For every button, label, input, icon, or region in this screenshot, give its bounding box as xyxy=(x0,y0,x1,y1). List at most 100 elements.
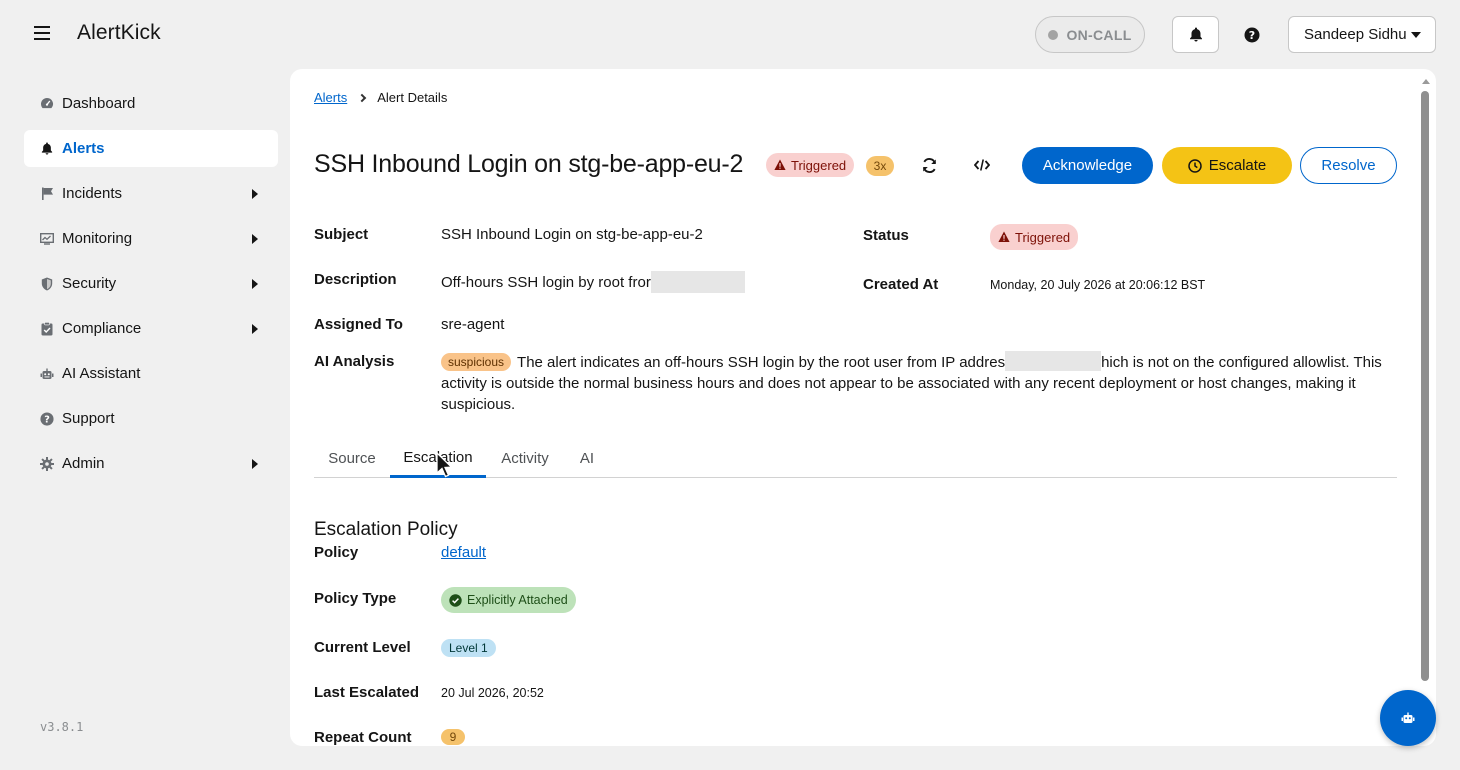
repeat-count-label: Repeat Count xyxy=(314,729,412,746)
current-level-label: Current Level xyxy=(314,639,411,656)
robot-icon xyxy=(1401,712,1415,723)
status-label: Status xyxy=(863,227,909,244)
assigned-to-label: Assigned To xyxy=(314,316,403,333)
chevron-right-icon xyxy=(252,279,258,289)
tab-source[interactable]: Source xyxy=(314,439,390,478)
user-name: Sandeep Sidhu xyxy=(1304,26,1407,43)
status-badge-label: Triggered xyxy=(791,157,847,173)
tab-escalation[interactable]: Escalation xyxy=(390,439,486,478)
on-call-label: ON-CALL xyxy=(1066,26,1132,43)
sidebar-item-label: Dashboard xyxy=(62,95,136,112)
sidebar-item-label: Compliance xyxy=(62,320,142,337)
robot-icon xyxy=(40,367,54,381)
redacted-ip-block xyxy=(1005,351,1102,371)
sidebar-item-compliance[interactable]: Compliance xyxy=(24,310,278,347)
user-menu-dropdown[interactable]: Sandeep Sidhu xyxy=(1288,16,1436,53)
detail-tabs: Source Escalation Activity AI xyxy=(314,439,1397,478)
svg-text:?: ? xyxy=(44,414,50,425)
tab-activity[interactable]: Activity xyxy=(492,439,558,478)
sidebar-item-dashboard[interactable]: Dashboard xyxy=(24,85,278,122)
sidebar-item-alerts[interactable]: Alerts xyxy=(24,130,278,167)
policy-label: Policy xyxy=(314,544,359,561)
hamburger-menu-icon[interactable] xyxy=(34,26,50,40)
last-escalated-label: Last Escalated xyxy=(314,684,420,701)
sidebar-item-label: Security xyxy=(62,275,117,292)
top-bar: AlertKick ON-CALL ? Sandeep Sidhu xyxy=(0,0,1460,68)
escalate-button[interactable]: Escalate xyxy=(1162,147,1292,184)
sidebar-item-support[interactable]: ? Support xyxy=(24,400,278,437)
notifications-button[interactable] xyxy=(1172,16,1219,53)
policy-type-label: Policy Type xyxy=(314,590,397,607)
ai-analysis-text-part1: The alert indicates an off-hours SSH log… xyxy=(517,354,1006,371)
status-badge: Triggered xyxy=(766,153,855,177)
code-icon xyxy=(974,159,990,171)
subject-label: Subject xyxy=(314,226,369,243)
clipboard-check-icon xyxy=(40,321,54,336)
ai-analysis-text: suspicious The alert indicates an off-hou… xyxy=(441,351,1391,415)
ai-assistant-fab[interactable] xyxy=(1380,690,1436,746)
warning-triangle-icon xyxy=(998,231,1010,242)
created-at-value: Monday, 20 July 2026 at 20:06:12 BST xyxy=(990,278,1206,292)
gear-icon xyxy=(40,456,54,471)
last-escalated-value: 20 Jul 2026, 20:52 xyxy=(441,686,544,700)
question-icon: ? xyxy=(40,411,54,426)
page-title: SSH Inbound Login on stg-be-app-eu-2 xyxy=(314,150,744,178)
scrollbar-thumb[interactable] xyxy=(1421,91,1429,681)
policy-type-value: Explicitly Attached xyxy=(467,593,568,607)
status-value: Triggered xyxy=(1015,229,1071,245)
dashboard-icon xyxy=(40,97,54,111)
tab-ai[interactable]: AI xyxy=(570,439,604,478)
chevron-right-icon xyxy=(357,93,367,102)
caret-down-icon xyxy=(1411,32,1421,38)
resolve-button[interactable]: Resolve xyxy=(1300,147,1397,184)
chevron-right-icon xyxy=(252,234,258,244)
acknowledge-button[interactable]: Acknowledge xyxy=(1022,147,1153,184)
created-at-label: Created At xyxy=(863,276,939,293)
on-call-toggle[interactable]: ON-CALL xyxy=(1035,16,1145,53)
chevron-right-icon xyxy=(252,324,258,334)
scroll-up-arrow-icon[interactable] xyxy=(1422,79,1430,84)
view-source-button[interactable] xyxy=(968,151,996,179)
sidebar-item-admin[interactable]: Admin xyxy=(24,445,278,482)
sidebar-item-incidents[interactable]: Incidents xyxy=(24,175,278,212)
escalate-label: Escalate xyxy=(1208,157,1267,174)
sidebar-item-security[interactable]: Security xyxy=(24,265,278,302)
description-text: Off-hours SSH login by root fror xyxy=(441,273,651,291)
bell-icon xyxy=(1189,27,1202,42)
question-circle-icon: ? xyxy=(1244,27,1260,43)
clock-icon xyxy=(1187,158,1202,173)
subject-value: SSH Inbound Login on stg-be-app-eu-2 xyxy=(441,226,703,243)
policy-link[interactable]: default xyxy=(441,544,486,561)
policy-type-badge: Explicitly Attached xyxy=(441,587,576,613)
breadcrumb: Alerts Alert Details xyxy=(314,90,447,105)
occurrence-count-badge: 3x xyxy=(866,156,894,176)
current-level-badge: Level 1 xyxy=(441,639,496,657)
sidebar-item-ai-assistant[interactable]: AI Assistant xyxy=(24,355,278,392)
refresh-button[interactable] xyxy=(915,151,943,179)
refresh-icon xyxy=(922,157,936,173)
repeat-count-badge: 9 xyxy=(441,729,465,745)
breadcrumb-alerts-link[interactable]: Alerts xyxy=(314,90,347,105)
vertical-scrollbar[interactable] xyxy=(1420,79,1430,739)
ai-analysis-label: AI Analysis xyxy=(314,353,395,370)
alert-details-panel: Alerts Alert Details SSH Inbound Login o… xyxy=(290,69,1436,746)
sidebar-nav: Dashboard Alerts Incidents Monitoring Se… xyxy=(24,85,278,490)
help-button[interactable]: ? xyxy=(1240,23,1264,47)
sidebar-item-label: Incidents xyxy=(62,185,123,202)
sidebar-item-label: Monitoring xyxy=(62,230,133,247)
status-value-badge: Triggered xyxy=(990,224,1079,250)
sidebar-item-label: AI Assistant xyxy=(62,365,141,382)
sidebar-item-monitoring[interactable]: Monitoring xyxy=(24,220,278,257)
sidebar-item-label: Support xyxy=(62,410,115,427)
assigned-to-value: sre-agent xyxy=(441,316,505,333)
app-brand: AlertKick xyxy=(77,21,161,44)
sidebar-item-label: Alerts xyxy=(62,140,105,157)
svg-text:?: ? xyxy=(1249,29,1255,42)
status-dot-icon xyxy=(1048,29,1059,40)
chevron-right-icon xyxy=(252,189,258,199)
description-label: Description xyxy=(314,271,397,288)
bell-icon xyxy=(40,142,54,156)
chevron-right-icon xyxy=(252,459,258,469)
app-version: v3.8.1 xyxy=(40,720,84,734)
sidebar-item-label: Admin xyxy=(62,455,105,472)
